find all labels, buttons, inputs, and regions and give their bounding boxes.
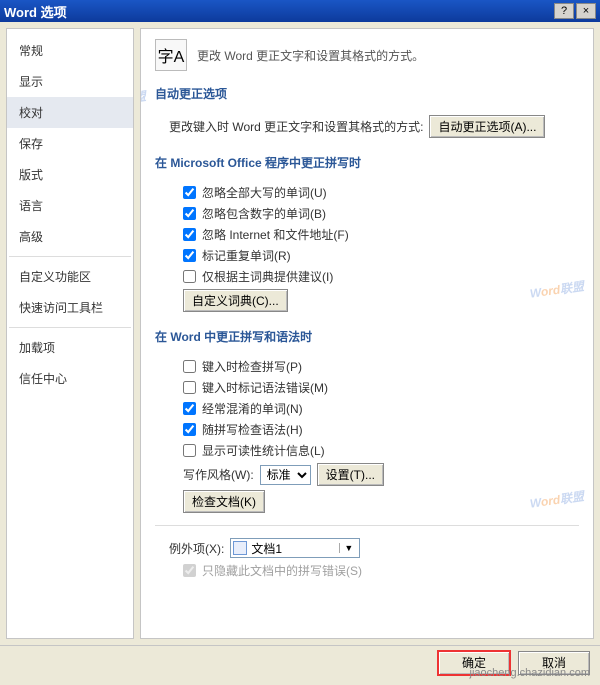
sidebar-item-language[interactable]: 语言 [7,190,133,221]
writing-style-select[interactable]: 标准 [260,465,311,485]
sidebar-item-general[interactable]: 常规 [7,35,133,66]
label-grammar-with-spell: 随拼写检查语法(H) [202,421,303,438]
section-spell-office: 在 Microsoft Office 程序中更正拼写时 [155,154,579,174]
label-confused-words: 经常混淆的单词(N) [202,400,303,417]
sidebar-item-customize-ribbon[interactable]: 自定义功能区 [7,261,133,292]
sidebar-item-save[interactable]: 保存 [7,128,133,159]
section-autocorrect: 自动更正选项 [155,85,579,105]
exceptions-label: 例外项(X): [169,540,224,557]
label-ignore-numbers: 忽略包含数字的单词(B) [202,205,326,222]
page-description: 更改 Word 更正文字和设置其格式的方式。 [197,47,424,64]
check-ignore-uppercase[interactable] [183,186,196,199]
window-title: Word 选项 [4,2,552,21]
exceptions-combo[interactable]: 文档1 ▼ [230,538,360,558]
sidebar-item-proofing[interactable]: 校对 [7,97,133,128]
autocorrect-options-button[interactable]: 自动更正选项(A)... [429,115,545,138]
sidebar-item-trust-center[interactable]: 信任中心 [7,363,133,394]
label-ignore-uppercase: 忽略全部大写的单词(U) [202,184,327,201]
check-readability[interactable] [183,444,196,457]
content-pane: Word联盟 Word联盟 Word联盟 字A 更改 Word 更正文字和设置其… [140,28,594,639]
label-main-dict-only: 仅根据主词典提供建议(I) [202,268,333,285]
label-readability: 显示可读性统计信息(L) [202,442,325,459]
check-confused-words[interactable] [183,402,196,415]
label-grammar-as-type: 键入时标记语法错误(M) [202,379,328,396]
check-hide-spelling-errors [183,564,196,577]
writing-style-label: 写作风格(W): [183,466,254,483]
sidebar-item-display[interactable]: 显示 [7,66,133,97]
exceptions-value: 文档1 [251,540,282,557]
settings-button[interactable]: 设置(T)... [317,463,384,486]
label-ignore-internet: 忽略 Internet 和文件地址(F) [202,226,349,243]
close-button[interactable]: × [576,3,596,19]
check-flag-repeated[interactable] [183,249,196,262]
label-flag-repeated: 标记重复单词(R) [202,247,291,264]
sidebar: 常规 显示 校对 保存 版式 语言 高级 自定义功能区 快速访问工具栏 加载项 … [6,28,134,639]
sidebar-item-advanced[interactable]: 高级 [7,221,133,252]
label-spell-as-type: 键入时检查拼写(P) [202,358,302,375]
check-spell-as-type[interactable] [183,360,196,373]
custom-dictionaries-button[interactable]: 自定义词典(C)... [183,289,288,312]
recheck-document-button[interactable]: 检查文档(K) [183,490,265,513]
document-icon [233,541,247,555]
check-grammar-with-spell[interactable] [183,423,196,436]
section-spell-word: 在 Word 中更正拼写和语法时 [155,328,579,348]
check-ignore-numbers[interactable] [183,207,196,220]
sidebar-item-addins[interactable]: 加载项 [7,332,133,363]
source-watermark: jiaocheng.chazidian.com [470,667,590,679]
sidebar-item-quick-access[interactable]: 快速访问工具栏 [7,292,133,323]
check-ignore-internet[interactable] [183,228,196,241]
label-hide-spelling-errors: 只隐藏此文档中的拼写错误(S) [202,562,362,579]
check-grammar-as-type[interactable] [183,381,196,394]
check-main-dict-only[interactable] [183,270,196,283]
proofing-icon: 字A [155,39,187,71]
chevron-down-icon: ▼ [339,543,357,553]
autocorrect-desc: 更改键入时 Word 更正文字和设置其格式的方式: [169,118,423,135]
sidebar-item-layout[interactable]: 版式 [7,159,133,190]
help-button[interactable]: ? [554,3,574,19]
